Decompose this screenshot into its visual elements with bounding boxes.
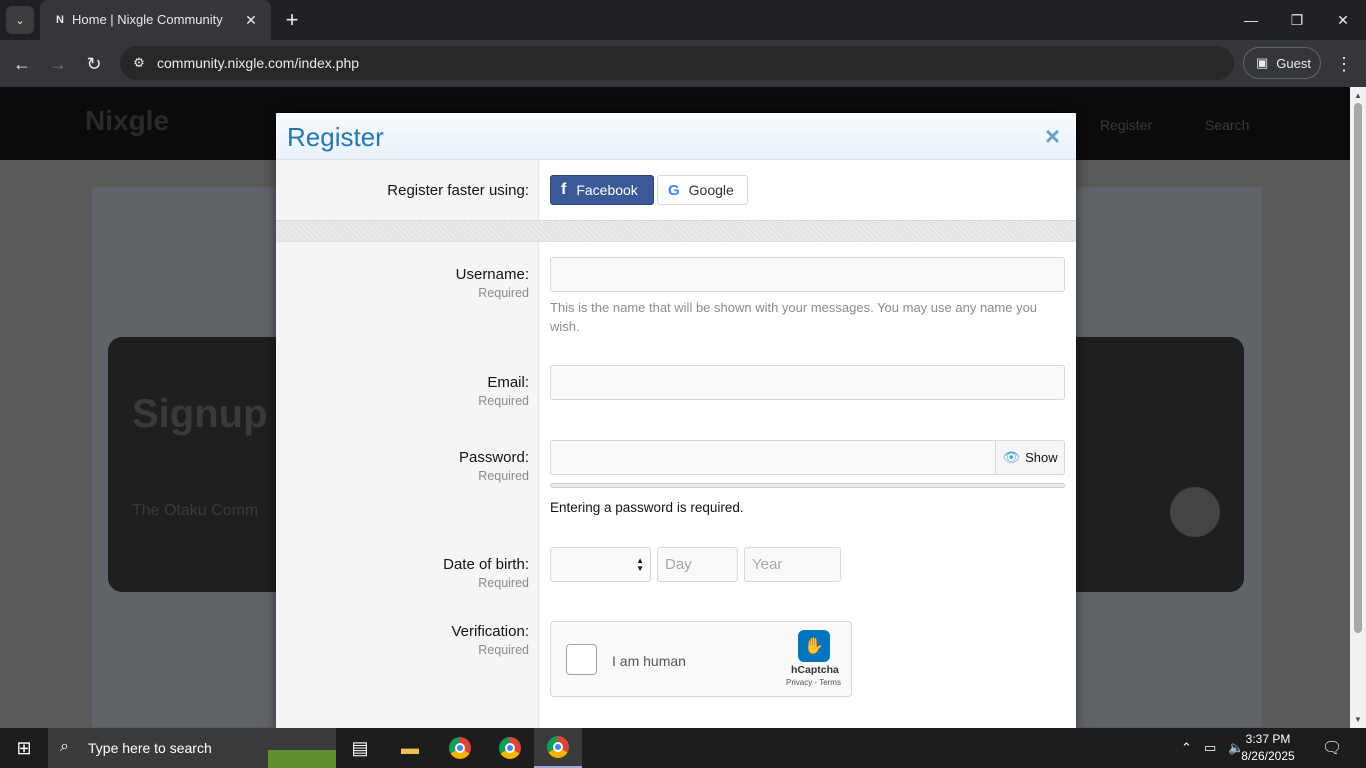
password-input[interactable] (550, 440, 996, 475)
scroll-up-icon[interactable]: ▲ (1354, 91, 1362, 100)
email-required: Required (478, 394, 529, 408)
windows-start-icon[interactable]: ⊞ (0, 728, 48, 768)
browser-tab[interactable]: N Home | Nixgle Community ✕ (40, 0, 271, 40)
taskbar-clock[interactable]: 3:37 PM 8/26/2025 (1228, 731, 1308, 765)
site-logo: Nixgle (85, 105, 170, 136)
hero-subtitle: The Otaku Comm (132, 502, 259, 519)
facebook-icon: f (561, 181, 567, 198)
tab-search-button[interactable]: ⌄ (6, 6, 34, 34)
restore-button[interactable]: ❐ (1274, 0, 1320, 40)
hero-next-icon (1170, 487, 1220, 537)
taskbar-search-placeholder: Type here to search (88, 740, 212, 756)
profile-label: Guest (1276, 55, 1311, 71)
facebook-button[interactable]: f Facebook (550, 175, 654, 205)
chrome-icon (449, 737, 471, 759)
username-required: Required (478, 286, 529, 300)
username-input[interactable] (550, 257, 1065, 292)
browser-menu-icon[interactable]: ⋮ (1332, 50, 1356, 78)
password-message: Entering a password is required. (550, 500, 744, 515)
new-tab-button[interactable]: + (280, 7, 304, 32)
username-label: Username: (455, 266, 529, 283)
chrome-icon (547, 736, 569, 758)
password-required: Required (478, 469, 529, 483)
taskbar: ⊞ ⌕ Type here to search ▤ ▬ ⌃ ▭ 🔈 3:37 P… (0, 728, 1366, 768)
notification-icon[interactable]: 🗨 (1322, 738, 1342, 758)
forward-button[interactable]: → (44, 50, 72, 78)
email-label: Email: (487, 374, 529, 391)
eye-icon: 👁 (1002, 449, 1021, 465)
clock-time: 3:37 PM (1245, 732, 1291, 746)
password-strength-meter (550, 483, 1065, 488)
captcha-checkbox[interactable] (566, 644, 597, 675)
show-password-button[interactable]: 👁 Show (995, 440, 1065, 475)
tab-close-icon[interactable]: ✕ (241, 10, 261, 30)
hcaptcha-brand: hCaptcha (791, 664, 839, 676)
network-icon[interactable]: ▭ (1204, 740, 1216, 756)
page-scrollbar[interactable]: ▲ ▼ (1350, 87, 1366, 728)
section-divider (276, 220, 1076, 242)
email-input[interactable] (550, 365, 1065, 400)
modal-title: Register (287, 122, 384, 152)
dob-label: Date of birth: (443, 556, 529, 573)
reload-button[interactable]: ↻ (80, 50, 108, 78)
chrome-taskbar-icon-1[interactable] (436, 728, 484, 768)
google-icon: G (668, 181, 680, 199)
address-bar[interactable]: ⚙ community.nixgle.com/index.php (120, 46, 1234, 80)
site-nav-register: Register (1100, 117, 1153, 133)
scroll-down-icon[interactable]: ▼ (1354, 715, 1362, 724)
tab-favicon: N (56, 14, 64, 26)
site-info-icon[interactable]: ⚙ (128, 52, 150, 74)
url-text: community.nixgle.com/index.php (157, 55, 360, 71)
tab-strip: ⌄ N Home | Nixgle Community ✕ + — ❐ ✕ (0, 0, 1366, 40)
profile-icon: ▣ (1256, 55, 1269, 70)
dob-required: Required (478, 576, 529, 590)
clock-date: 8/26/2025 (1241, 749, 1295, 763)
modal-header: Register × (276, 113, 1076, 160)
file-explorer-icon[interactable]: ▬ (386, 728, 434, 768)
google-button[interactable]: G Google (657, 175, 748, 205)
search-highlight-image (268, 728, 336, 768)
chrome-icon (499, 737, 521, 759)
show-label: Show (1025, 450, 1058, 465)
register-modal: Register × Register faster using: f Face… (276, 113, 1076, 728)
scrollbar-thumb[interactable] (1354, 103, 1362, 633)
facebook-label: Facebook (576, 182, 638, 198)
profile-button[interactable]: ▣ Guest (1243, 47, 1321, 79)
window-close-button[interactable]: ✕ (1320, 0, 1366, 40)
dob-year-input[interactable]: Year (744, 547, 841, 582)
hcaptcha-logo-icon: ✋ (798, 630, 830, 662)
search-icon: ⌕ (60, 738, 69, 755)
social-label: Register faster using: (387, 182, 529, 199)
chrome-taskbar-icon-3[interactable] (534, 728, 582, 768)
verification-label: Verification: (451, 623, 529, 640)
modal-close-icon[interactable]: × (1045, 121, 1060, 152)
tab-title: Home | Nixgle Community (72, 12, 223, 27)
tray-chevron-icon[interactable]: ⌃ (1181, 740, 1192, 756)
select-arrows-icon: ▲ ▼ (636, 556, 644, 573)
browser-toolbar: ← → ↻ ⚙ community.nixgle.com/index.php ▣… (0, 40, 1366, 87)
taskbar-search[interactable]: ⌕ Type here to search (48, 728, 336, 768)
dob-month-select[interactable]: ▲ ▼ (550, 547, 651, 582)
google-label: Google (688, 182, 734, 198)
dob-day-input[interactable]: Day (657, 547, 738, 582)
hcaptcha-widget: I am human ✋ hCaptcha Privacy - Terms (550, 621, 852, 697)
verification-required: Required (478, 643, 529, 657)
chrome-taskbar-icon-2[interactable] (486, 728, 534, 768)
password-label: Password: (458, 449, 529, 466)
hcaptcha-links[interactable]: Privacy - Terms (786, 678, 841, 687)
username-hint: This is the name that will be shown with… (550, 300, 1038, 334)
minimize-button[interactable]: — (1228, 0, 1274, 40)
task-view-icon[interactable]: ▤ (336, 728, 384, 768)
site-nav-search: Search (1205, 117, 1250, 133)
captcha-text: I am human (612, 653, 686, 669)
back-button[interactable]: ← (8, 50, 36, 78)
